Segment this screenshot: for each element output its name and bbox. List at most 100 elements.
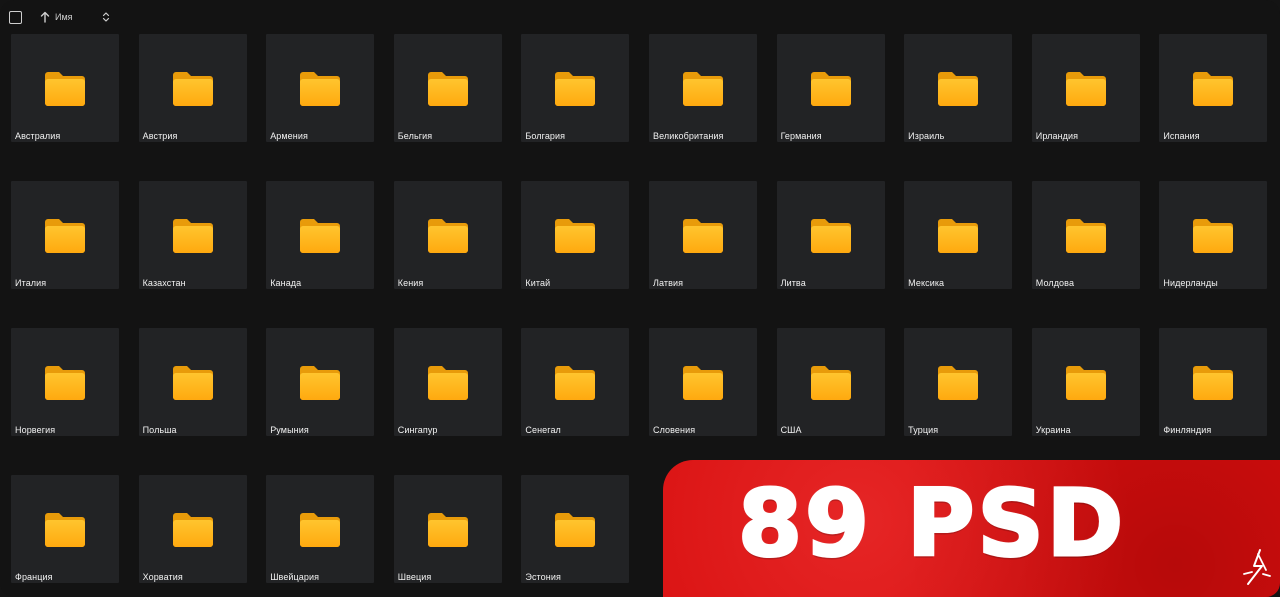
folder-tile[interactable] — [11, 181, 119, 289]
folder-item[interactable]: Казахстан — [138, 181, 247, 309]
folder-tile[interactable] — [393, 475, 502, 583]
folder-tile[interactable] — [1031, 328, 1140, 436]
folder-name: Великобритания — [652, 131, 724, 141]
folder-item[interactable]: Армения — [266, 34, 375, 162]
folder-name: Болгария — [525, 131, 566, 141]
folder-icon — [172, 219, 213, 253]
folder-item[interactable]: Словения — [648, 328, 757, 456]
folder-tile[interactable] — [648, 181, 757, 289]
folder-item[interactable]: Италия — [11, 181, 119, 309]
folder-icon — [555, 513, 596, 547]
folder-tile[interactable] — [266, 328, 375, 436]
folder-item[interactable]: Ирландия — [1031, 34, 1140, 162]
folder-item[interactable]: Украина — [1031, 328, 1140, 456]
folder-item[interactable]: Финляндия — [1159, 328, 1268, 456]
folder-icon — [427, 513, 468, 547]
folder-item[interactable]: Швеция — [393, 475, 502, 597]
folder-item[interactable]: Испания — [1159, 34, 1268, 162]
folder-item[interactable]: Австрия — [138, 34, 247, 162]
folder-item[interactable]: США — [776, 328, 885, 456]
folder-icon — [300, 219, 341, 253]
folder-tile[interactable] — [11, 475, 119, 583]
folder-item[interactable]: Великобритания — [648, 34, 757, 162]
folder-tile[interactable] — [11, 328, 119, 436]
folder-tile[interactable] — [138, 34, 247, 142]
folder-tile[interactable] — [138, 475, 247, 583]
folder-tile[interactable] — [521, 181, 630, 289]
folder-item[interactable]: Эстония — [521, 475, 630, 597]
folder-item[interactable]: Турция — [904, 328, 1013, 456]
folder-tile[interactable] — [1159, 181, 1268, 289]
folder-item[interactable]: Сенегал — [521, 328, 630, 456]
folder-item[interactable]: Латвия — [648, 181, 757, 309]
folder-name: Швеция — [397, 572, 432, 582]
folder-tile[interactable] — [138, 181, 247, 289]
folder-tile[interactable] — [521, 328, 630, 436]
chevron-up-down-icon[interactable] — [102, 11, 110, 23]
folder-item[interactable]: Германия — [776, 34, 885, 162]
folder-icon — [555, 219, 596, 253]
folder-name: Казахстан — [142, 278, 186, 288]
folder-tile[interactable] — [1159, 34, 1268, 142]
folder-name: Польша — [142, 425, 177, 435]
folder-tile[interactable] — [521, 34, 630, 142]
folder-item[interactable]: Болгария — [521, 34, 630, 162]
folder-item[interactable]: Польша — [138, 328, 247, 456]
folder-name: Китай — [525, 278, 551, 288]
folder-tile[interactable] — [648, 34, 757, 142]
folder-item[interactable]: Румыния — [266, 328, 375, 456]
folder-icon — [1065, 219, 1106, 253]
folder-item[interactable]: Австралия — [11, 34, 119, 162]
folder-item[interactable]: Хорватия — [138, 475, 247, 597]
folder-item[interactable]: Китай — [521, 181, 630, 309]
folder-item[interactable]: Швейцария — [266, 475, 375, 597]
folder-name: Ирландия — [1035, 131, 1079, 141]
folder-name: Сенегал — [525, 425, 561, 435]
folder-tile[interactable] — [393, 181, 502, 289]
folder-tile[interactable] — [266, 34, 375, 142]
folder-icon — [938, 366, 979, 400]
banner-title: 89 PSD — [736, 470, 1127, 577]
folder-icon — [555, 366, 596, 400]
folder-tile[interactable] — [266, 181, 375, 289]
folder-tile[interactable] — [776, 328, 885, 436]
folder-tile[interactable] — [393, 34, 502, 142]
folder-tile[interactable] — [648, 328, 757, 436]
folder-tile[interactable] — [904, 328, 1013, 436]
folder-item[interactable]: Молдова — [1031, 181, 1140, 309]
folder-item[interactable]: Франция — [11, 475, 119, 597]
folder-icon — [682, 366, 723, 400]
folder-item[interactable]: Бельгия — [393, 34, 502, 162]
folder-icon — [682, 72, 723, 106]
folder-tile[interactable] — [11, 34, 119, 142]
folder-tile[interactable] — [266, 475, 375, 583]
folder-item[interactable]: Сингапур — [393, 328, 502, 456]
folder-tile[interactable] — [1159, 328, 1268, 436]
folder-item[interactable]: Израиль — [904, 34, 1013, 162]
folder-tile[interactable] — [393, 328, 502, 436]
folder-item[interactable]: Кения — [393, 181, 502, 309]
folder-item[interactable]: Мексика — [904, 181, 1013, 309]
folder-icon — [1193, 366, 1234, 400]
sort-by-name-button[interactable]: Имя — [40, 9, 112, 25]
folder-icon — [300, 513, 341, 547]
file-browser-window: Имя Австралия Австрия Армения Бельгия Бо… — [0, 0, 1280, 597]
folder-tile[interactable] — [521, 475, 630, 583]
folder-item[interactable]: Канада — [266, 181, 375, 309]
folder-name: Финляндия — [1163, 425, 1212, 435]
folder-tile[interactable] — [776, 181, 885, 289]
folder-name: Армения — [270, 131, 308, 141]
folder-tile[interactable] — [1031, 34, 1140, 142]
folder-item[interactable]: Нидерланды — [1159, 181, 1268, 309]
folder-tile[interactable] — [904, 181, 1013, 289]
folder-tile[interactable] — [1031, 181, 1140, 289]
folder-tile[interactable] — [904, 34, 1013, 142]
folder-item[interactable]: Норвегия — [11, 328, 119, 456]
folder-name: Украина — [1035, 425, 1071, 435]
folder-tile[interactable] — [776, 34, 885, 142]
folder-tile[interactable] — [138, 328, 247, 436]
folder-item[interactable]: Литва — [776, 181, 885, 309]
folder-icon — [810, 72, 851, 106]
folder-icon — [1193, 72, 1234, 106]
select-all-checkbox[interactable] — [9, 11, 22, 24]
